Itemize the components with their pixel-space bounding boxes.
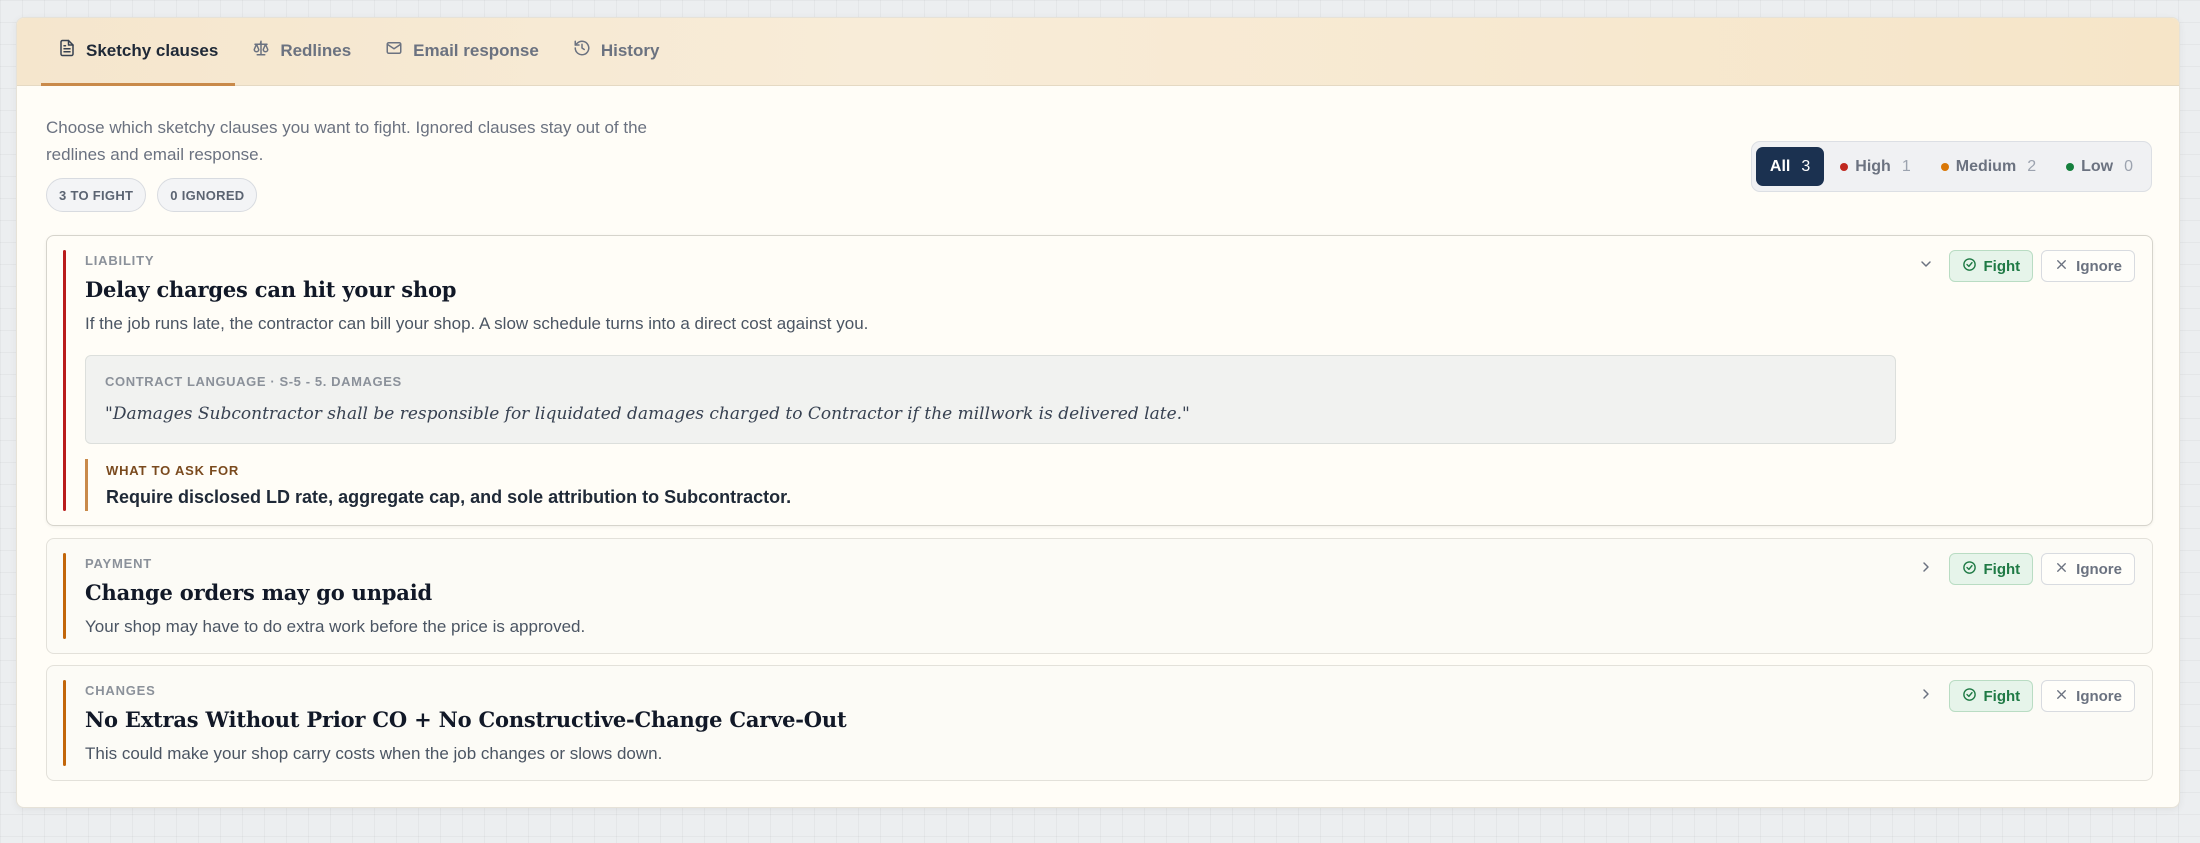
clause-category: PAYMENT (85, 556, 153, 571)
clause-actions: Fight Ignore (1948, 553, 2135, 585)
ask-for-text: Require disclosed LD rate, aggregate cap… (106, 487, 792, 507)
clause-category: CHANGES (85, 683, 156, 698)
ignore-button[interactable]: Ignore (2041, 250, 2135, 282)
clause-card-payment: PAYMENT Change orders may go unpaid Your… (46, 538, 2153, 654)
clause-description: This could make your shop carry costs wh… (85, 744, 663, 763)
clause-card-liability: LIABILITY Delay charges can hit your sho… (46, 235, 2153, 526)
medium-severity-dot (1940, 162, 1949, 171)
tab-bar: Sketchy clauses Redlines Email response … (17, 18, 2179, 86)
tab-redlines[interactable]: Redlines (235, 18, 368, 86)
chevron-down-icon[interactable] (1918, 256, 1934, 272)
filter-count: 3 (1801, 157, 1811, 175)
history-icon (573, 39, 591, 62)
check-circle-icon (1962, 687, 1977, 706)
chevron-right-icon[interactable] (1918, 559, 1934, 575)
severity-bar (63, 680, 66, 766)
fight-button[interactable]: Fight (1948, 680, 2034, 712)
tab-label: Redlines (280, 40, 352, 60)
filter-label: Low (2081, 157, 2114, 175)
clause-actions: Fight Ignore (1948, 250, 2135, 282)
clause-review-panel: Sketchy clauses Redlines Email response … (16, 17, 2180, 808)
filter-label: Medium (1955, 157, 2017, 175)
close-icon (2054, 257, 2069, 276)
tab-sketchy-clauses[interactable]: Sketchy clauses (41, 18, 236, 86)
check-circle-icon (1962, 257, 1977, 276)
clause-description: Your shop may have to do extra work befo… (85, 617, 586, 636)
clause-actions: Fight Ignore (1948, 680, 2135, 712)
ask-for-box: WHAT TO ASK FOR Require disclosed LD rat… (85, 459, 985, 511)
contract-language-box: CONTRACT LANGUAGE · S-5 - 5. DAMAGES "Da… (85, 355, 1896, 444)
fight-button[interactable]: Fight (1948, 553, 2034, 585)
clause-title: Delay charges can hit your shop (85, 277, 457, 302)
envelope-icon (385, 39, 403, 62)
summary-pills: 3 TO FIGHT 0 IGNORED (46, 178, 258, 212)
filter-label: High (1855, 157, 1891, 175)
clause-card-changes: CHANGES No Extras Without Prior CO + No … (46, 665, 2153, 781)
fight-count-badge: 3 TO FIGHT (46, 178, 147, 212)
ignore-label: Ignore (2076, 687, 2122, 705)
filter-medium[interactable]: Medium 2 (1927, 147, 2050, 186)
filter-low[interactable]: Low 0 (2052, 147, 2147, 186)
contract-quote: "Damages Subcontractor shall be responsi… (105, 404, 1190, 424)
tab-label: Sketchy clauses (86, 40, 219, 60)
clause-description: If the job runs late, the contractor can… (85, 314, 869, 333)
clause-category: LIABILITY (85, 253, 155, 268)
high-severity-dot (1840, 162, 1849, 171)
intro-text: Choose which sketchy clauses you want to… (46, 118, 648, 164)
ask-for-label: WHAT TO ASK FOR (106, 463, 240, 478)
ignore-button[interactable]: Ignore (2041, 553, 2135, 585)
fight-label: Fight (1983, 687, 2021, 705)
contract-language-label: CONTRACT LANGUAGE · S-5 - 5. DAMAGES (105, 374, 402, 389)
close-icon (2054, 687, 2069, 706)
filter-label: All (1769, 157, 1791, 175)
severity-bar (63, 250, 66, 511)
ignore-label: Ignore (2076, 257, 2122, 275)
document-icon (58, 39, 76, 62)
scale-icon (252, 39, 270, 62)
tab-label: History (600, 40, 660, 60)
filter-count: 2 (2027, 157, 2037, 175)
severity-filter: All 3 High 1 Medium 2 Low 0 (1750, 141, 2152, 192)
filter-count: 0 (2124, 157, 2133, 175)
low-severity-dot (2066, 162, 2075, 171)
severity-bar (63, 553, 66, 639)
filter-high[interactable]: High 1 (1826, 147, 1924, 186)
tab-history[interactable]: History (556, 18, 677, 86)
tab-label: Email response (413, 40, 539, 60)
tab-email-response[interactable]: Email response (368, 18, 556, 86)
fight-label: Fight (1983, 257, 2021, 275)
filter-count: 1 (1901, 157, 1911, 175)
ignored-count-badge: 0 IGNORED (157, 178, 258, 212)
ignore-button[interactable]: Ignore (2041, 680, 2135, 712)
check-circle-icon (1962, 560, 1977, 579)
clause-title: Change orders may go unpaid (85, 580, 432, 605)
ignore-label: Ignore (2076, 560, 2122, 578)
fight-label: Fight (1983, 560, 2021, 578)
close-icon (2054, 560, 2069, 579)
filter-all[interactable]: All 3 (1755, 147, 1825, 186)
clause-title: No Extras Without Prior CO + No Construc… (85, 707, 847, 732)
chevron-right-icon[interactable] (1918, 686, 1934, 702)
fight-button[interactable]: Fight (1948, 250, 2034, 282)
